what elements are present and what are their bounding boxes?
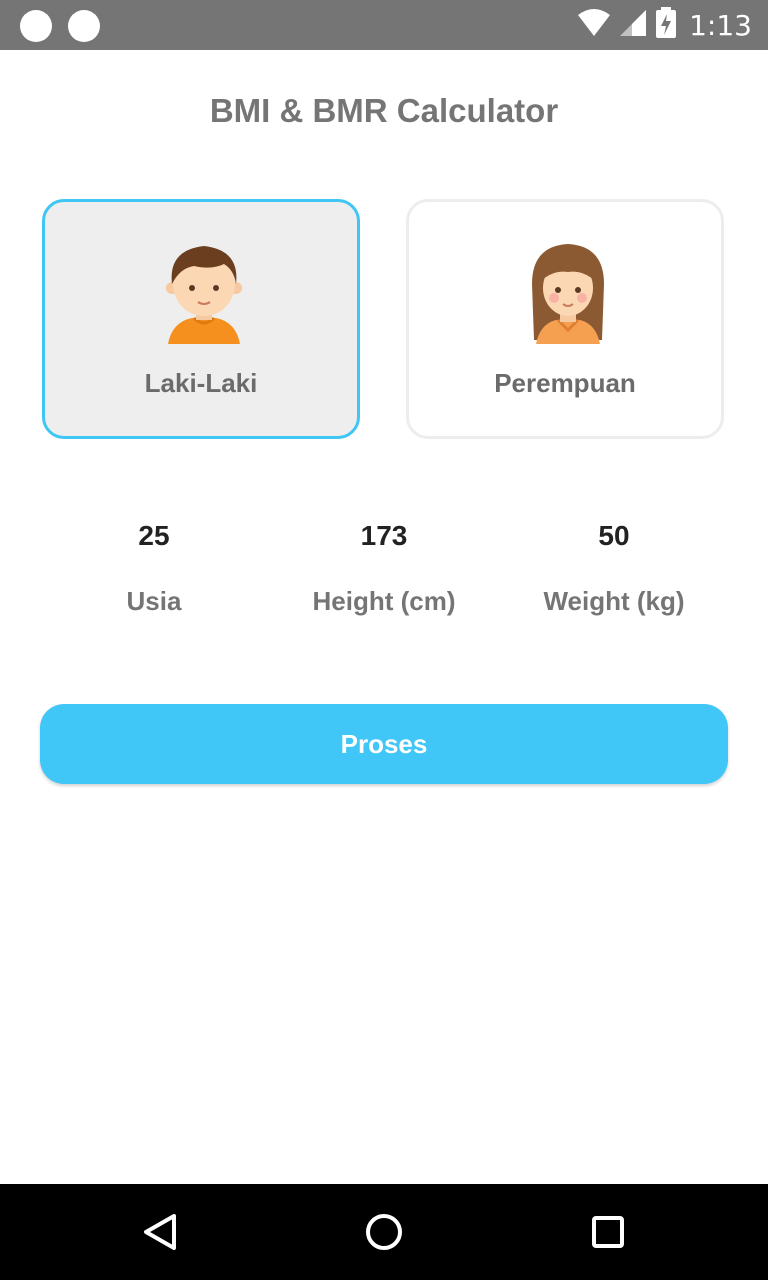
girl-avatar-icon bbox=[532, 244, 604, 344]
gender-card-male[interactable]: Laki-Laki bbox=[42, 199, 360, 439]
notification-dot-icon bbox=[20, 10, 52, 42]
weight-stat[interactable]: 50 Weight (kg) bbox=[494, 516, 734, 617]
status-bar: 1:13 bbox=[0, 0, 768, 50]
back-icon[interactable] bbox=[136, 1208, 184, 1256]
wifi-icon bbox=[577, 8, 611, 42]
height-value[interactable]: 173 bbox=[264, 516, 504, 556]
height-stat[interactable]: 173 Height (cm) bbox=[264, 516, 504, 617]
battery-charging-icon bbox=[655, 6, 677, 44]
recents-icon[interactable] bbox=[584, 1208, 632, 1256]
process-button[interactable]: Proses bbox=[40, 704, 728, 784]
navigation-bar bbox=[0, 1184, 768, 1280]
boy-avatar-icon bbox=[166, 246, 242, 344]
age-stat[interactable]: 25 Usia bbox=[34, 516, 274, 617]
gender-label-male: Laki-Laki bbox=[144, 368, 258, 398]
gender-label-female: Perempuan bbox=[494, 368, 636, 398]
weight-value[interactable]: 50 bbox=[494, 516, 734, 556]
age-value[interactable]: 25 bbox=[34, 516, 274, 556]
weight-label: Weight (kg) bbox=[543, 586, 685, 616]
height-label: Height (cm) bbox=[312, 586, 456, 616]
signal-icon bbox=[619, 9, 647, 42]
page-title: BMI & BMR Calculator bbox=[209, 92, 559, 129]
status-time: 1:13 bbox=[689, 8, 752, 42]
age-label: Usia bbox=[126, 586, 182, 616]
home-icon[interactable] bbox=[360, 1208, 408, 1256]
gender-card-female[interactable]: Perempuan bbox=[406, 199, 724, 439]
notification-dot-icon bbox=[68, 10, 100, 42]
